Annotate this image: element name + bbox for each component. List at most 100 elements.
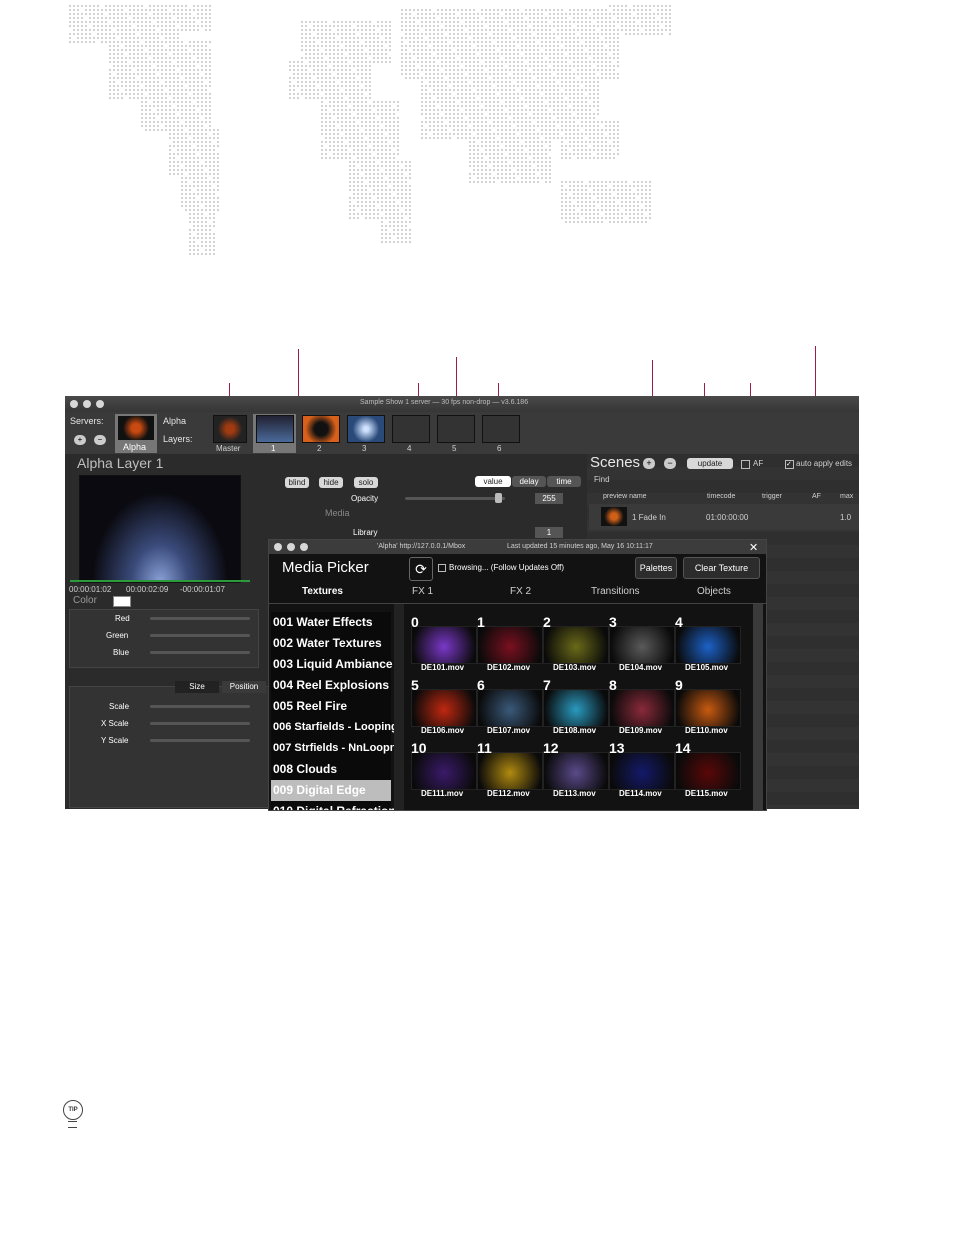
library-value[interactable]: 1	[535, 527, 563, 538]
size-tab[interactable]: Size	[175, 681, 219, 693]
scroll-divider[interactable]	[394, 604, 404, 810]
texture-thumbnail[interactable]: 3 DE104.mov	[609, 614, 675, 672]
list-item[interactable]: 008 Clouds	[271, 759, 391, 780]
picker-updated-text: Last updated 15 minutes ago, May 16 10:1…	[507, 543, 653, 550]
auto-apply-checkbox[interactable]: ✓	[785, 460, 794, 469]
red-slider[interactable]	[150, 617, 250, 620]
opacity-value[interactable]: 255	[535, 493, 563, 504]
zoom-dot[interactable]	[96, 400, 104, 408]
texture-thumbnail[interactable]: 10 DE111.mov	[411, 740, 477, 798]
position-tab[interactable]: Position	[222, 681, 266, 693]
texture-number: 9	[675, 677, 683, 693]
texture-thumbnail[interactable]: 1 DE102.mov	[477, 614, 543, 672]
opacity-slider[interactable]	[405, 497, 505, 500]
texture-thumbnail[interactable]: 5 DE106.mov	[411, 677, 477, 735]
list-item[interactable]: 005 Reel Fire	[271, 696, 391, 717]
timecode-elapsed: 00:00:01:02	[69, 585, 112, 594]
texture-thumbnail[interactable]: 7 DE108.mov	[543, 677, 609, 735]
texture-thumbnail[interactable]: 2 DE103.mov	[543, 614, 609, 672]
palettes-button[interactable]: Palettes	[635, 557, 677, 579]
timecode-duration: 00:00:02:09	[126, 585, 169, 594]
blue-slider[interactable]	[150, 651, 250, 654]
texture-folder-list: 001 Water Effects 002 Water Textures 003…	[271, 612, 403, 810]
title-bar: Sample Show 1 server — 30 fps non-drop —…	[65, 396, 859, 412]
solo-button[interactable]: solo	[354, 477, 378, 488]
texture-number: 12	[543, 740, 559, 756]
texture-thumbnail[interactable]: 4 DE105.mov	[675, 614, 741, 672]
af-checkbox[interactable]	[741, 460, 750, 469]
texture-thumbnail[interactable]: 0 DE101.mov	[411, 614, 477, 672]
tab-objects[interactable]: Objects	[697, 586, 731, 597]
texture-preview-image	[543, 626, 609, 664]
layer-tab-5[interactable]: 5	[434, 414, 477, 453]
pin-icon[interactable]: ✕	[749, 541, 758, 554]
texture-filename: DE111.mov	[421, 789, 464, 798]
green-slider[interactable]	[150, 634, 250, 637]
list-item[interactable]: 006 Starfields - Looping	[271, 717, 398, 738]
texture-thumbnail[interactable]: 11 DE112.mov	[477, 740, 543, 798]
texture-preview-image	[411, 626, 477, 664]
layer-tab-label: 2	[317, 444, 322, 453]
follow-updates-checkbox[interactable]	[438, 564, 446, 572]
scale-slider[interactable]	[150, 705, 250, 708]
delay-tab[interactable]: delay	[512, 476, 546, 487]
scene-row[interactable]: 1 Fade In 01:00:00:00 1.0	[589, 504, 859, 530]
texture-thumbnail[interactable]: 13 DE114.mov	[609, 740, 675, 798]
opacity-label: Opacity	[351, 494, 379, 503]
picker-zoom-dot[interactable]	[300, 543, 308, 551]
update-button[interactable]: update	[687, 458, 733, 469]
minimize-dot[interactable]	[83, 400, 91, 408]
texture-filename: DE106.mov	[421, 726, 465, 735]
remove-scene-button[interactable]: −	[664, 458, 676, 469]
refresh-button[interactable]: ⟳	[409, 557, 433, 581]
clear-texture-button[interactable]: Clear Texture	[683, 557, 760, 579]
green-label: Green	[106, 631, 129, 640]
layer-tab-1[interactable]: 1	[253, 414, 296, 453]
server-thumb-alpha[interactable]: Alpha	[115, 414, 157, 453]
texture-preview-image	[477, 626, 543, 664]
layer-tab-master[interactable]: Master	[210, 414, 250, 453]
list-item[interactable]: 007 Strfields - NnLoopng	[271, 738, 403, 759]
y-scale-slider[interactable]	[150, 739, 250, 742]
list-item[interactable]: 002 Water Textures	[271, 633, 391, 654]
list-item[interactable]: 003 Liquid Ambiance	[271, 654, 393, 675]
tab-transitions[interactable]: Transitions	[591, 586, 640, 597]
grid-scrollbar[interactable]	[753, 604, 763, 810]
close-dot[interactable]	[70, 400, 78, 408]
layer-tab-3[interactable]: 3	[344, 414, 387, 453]
remove-server-button[interactable]: −	[94, 435, 106, 445]
texture-thumbnail[interactable]: 6 DE107.mov	[477, 677, 543, 735]
value-tab[interactable]: value	[475, 476, 511, 487]
picker-minimize-dot[interactable]	[287, 543, 295, 551]
time-tab[interactable]: time	[547, 476, 581, 487]
layer-tab-2[interactable]: 2	[299, 414, 342, 453]
list-item[interactable]: 001 Water Effects	[271, 612, 391, 633]
opacity-knob[interactable]	[495, 493, 502, 503]
layer-tab-label: 6	[497, 444, 502, 453]
texture-preview-image	[543, 752, 609, 790]
add-server-button[interactable]: +	[74, 435, 86, 445]
list-item-selected[interactable]: 009 Digital Edge	[271, 780, 391, 801]
texture-thumbnail[interactable]: 12 DE113.mov	[543, 740, 609, 798]
texture-number: 1	[477, 614, 485, 630]
hide-button[interactable]: hide	[319, 477, 343, 488]
texture-thumbnail[interactable]: 9 DE110.mov	[675, 677, 741, 735]
texture-number: 0	[411, 614, 419, 630]
add-scene-button[interactable]: +	[643, 458, 655, 469]
af-label: AF	[753, 459, 764, 468]
texture-thumbnail[interactable]: 8 DE109.mov	[609, 677, 675, 735]
col-max: max	[840, 493, 854, 500]
tab-fx1[interactable]: FX 1	[412, 586, 433, 597]
layer-tab-6[interactable]: 6	[479, 414, 522, 453]
texture-preview-image	[411, 689, 477, 727]
list-item[interactable]: 010 Digital Refractions	[271, 801, 402, 810]
x-scale-slider[interactable]	[150, 722, 250, 725]
list-item[interactable]: 004 Reel Explosions	[271, 675, 391, 696]
texture-thumbnail[interactable]: 14 DE115.mov	[675, 740, 741, 798]
color-swatch[interactable]	[113, 596, 131, 607]
tab-textures[interactable]: Textures	[302, 586, 343, 597]
tab-fx2[interactable]: FX 2	[510, 586, 531, 597]
picker-close-dot[interactable]	[274, 543, 282, 551]
layer-tab-4[interactable]: 4	[389, 414, 432, 453]
blind-button[interactable]: blind	[285, 477, 309, 488]
